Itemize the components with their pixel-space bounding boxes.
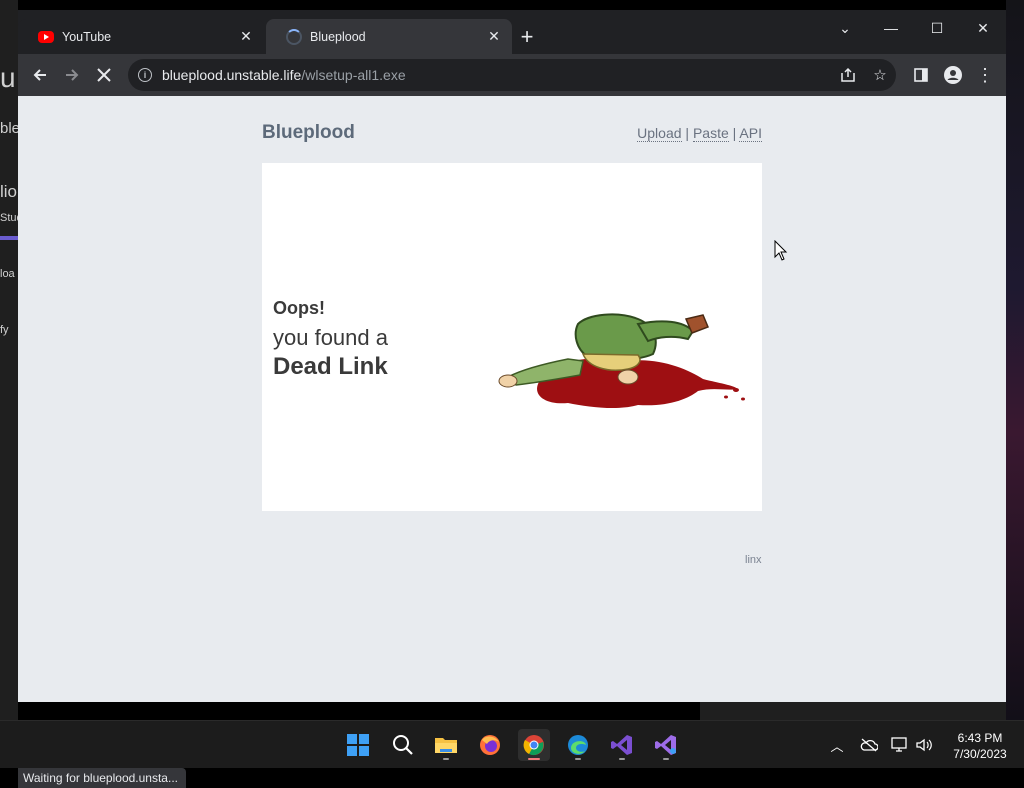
address-bar[interactable]: i blueplood.unstable.life/wlsetup-all1.e…: [128, 59, 896, 91]
running-indicator: [528, 758, 540, 760]
taskbar: ︿ 6:43 PM 7/30/2023: [0, 720, 1024, 768]
onedrive-cloud-icon[interactable]: [859, 735, 879, 755]
tab-title: YouTube: [62, 29, 112, 44]
new-tab-button[interactable]: +: [514, 24, 540, 50]
clock-time: 6:43 PM: [957, 731, 1003, 745]
background-progress: [0, 236, 18, 240]
tab-youtube[interactable]: YouTube ✕: [18, 19, 264, 54]
running-indicator: [443, 758, 449, 760]
error-emphasis: Dead Link: [273, 353, 388, 380]
tab-search-icon[interactable]: ⌄: [822, 14, 868, 42]
error-text: you found a: [273, 325, 388, 350]
clock-date: 7/30/2023: [953, 747, 1007, 761]
side-panel-icon[interactable]: [906, 60, 936, 90]
status-bar: Waiting for blueplood.unsta...: [18, 768, 186, 788]
profile-avatar-icon[interactable]: [938, 60, 968, 90]
file-explorer-icon[interactable]: [430, 729, 462, 761]
maximize-button[interactable]: ☐: [914, 14, 960, 42]
youtube-icon: [38, 30, 54, 43]
site-info-icon[interactable]: i: [138, 68, 152, 82]
running-indicator: [575, 758, 581, 760]
nav-separator: |: [685, 125, 690, 141]
volume-icon[interactable]: [914, 735, 934, 755]
minimize-button[interactable]: —: [868, 14, 914, 42]
visual-studio-icon-2[interactable]: [650, 729, 682, 761]
search-icon[interactable]: [387, 729, 419, 761]
visual-studio-icon[interactable]: [606, 729, 638, 761]
show-hidden-icons-chevron-icon[interactable]: ︿: [827, 735, 847, 755]
tab-close-icon[interactable]: ✕: [238, 28, 254, 45]
nav-separator: |: [732, 125, 737, 141]
back-button[interactable]: [25, 60, 55, 90]
chrome-icon[interactable]: [518, 729, 550, 761]
browser-window: YouTube ✕ Blueplood ✕ + ⌄ — ☐ ✕ i bluepl…: [18, 10, 1006, 788]
page-content: Blueplood Upload | Paste | API Oops! you…: [18, 96, 1006, 788]
tab-strip: YouTube ✕ Blueplood ✕ + ⌄ — ☐ ✕: [18, 10, 1006, 54]
nav-paste-link[interactable]: Paste: [692, 125, 729, 142]
nav-upload-link[interactable]: Upload: [637, 125, 682, 142]
running-indicator: [663, 758, 669, 760]
background-text: fy: [0, 324, 9, 336]
url-host: blueplood.unstable.life: [162, 67, 302, 83]
stop-loading-button[interactable]: [89, 60, 119, 90]
tab-title: Blueplood: [310, 29, 366, 44]
running-indicator: [619, 758, 625, 760]
background-text: loa: [0, 268, 15, 280]
firefox-icon[interactable]: [474, 729, 506, 761]
bookmark-star-icon[interactable]: ☆: [870, 65, 890, 85]
dead-link-card: Oops! you found a Dead Link: [262, 163, 762, 511]
mouse-cursor-icon: [774, 240, 788, 261]
site-title[interactable]: Blueplood: [262, 122, 355, 144]
footer-linx-link[interactable]: linx: [745, 554, 762, 566]
share-icon[interactable]: [838, 65, 858, 85]
url-path: /wlsetup-all1.exe: [301, 67, 406, 83]
loading-spinner-icon: [286, 28, 302, 45]
desktop-wallpaper: [1006, 0, 1024, 720]
edge-icon[interactable]: [562, 729, 594, 761]
background-text: lio: [0, 182, 18, 201]
system-clock[interactable]: 6:43 PM 7/30/2023: [945, 730, 1015, 762]
background-text: ble: [0, 120, 18, 137]
browser-toolbar: i blueplood.unstable.life/wlsetup-all1.e…: [18, 54, 1006, 96]
network-icon[interactable]: [890, 735, 910, 755]
background-text: Stud: [0, 212, 18, 224]
nav-api-link[interactable]: API: [739, 125, 762, 142]
error-heading: Oops!: [273, 298, 325, 318]
background-text: u: [0, 62, 16, 93]
dead-character-illustration: [498, 313, 745, 409]
tab-blueplood[interactable]: Blueplood ✕: [266, 19, 512, 54]
menu-kebab-icon[interactable]: ⋮: [970, 60, 1000, 90]
tab-close-icon[interactable]: ✕: [486, 28, 502, 45]
site-nav: Upload | Paste | API: [637, 125, 762, 142]
background-window: u ble lio Stud loa fy: [0, 0, 18, 720]
close-window-button[interactable]: ✕: [960, 14, 1006, 42]
forward-button[interactable]: [57, 60, 87, 90]
start-icon[interactable]: [342, 729, 374, 761]
